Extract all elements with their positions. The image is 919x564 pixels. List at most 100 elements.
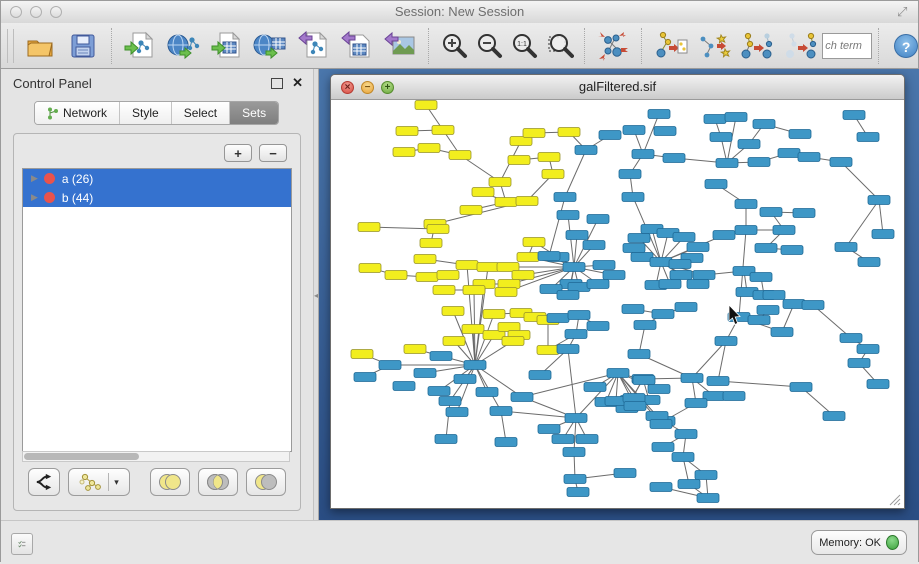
graph-node[interactable] <box>414 369 436 378</box>
graph-node[interactable] <box>681 374 703 383</box>
graph-edge[interactable] <box>718 381 801 387</box>
graph-node[interactable] <box>623 244 645 253</box>
graph-node[interactable] <box>675 430 697 439</box>
graph-node[interactable] <box>773 226 795 235</box>
import-table-web-button[interactable] <box>250 26 291 66</box>
import-network-web-button[interactable] <box>163 26 204 66</box>
network-graph[interactable] <box>331 100 902 507</box>
memory-status-button[interactable]: Memory: OK <box>811 530 907 555</box>
graph-node[interactable] <box>695 471 717 480</box>
graph-node[interactable] <box>707 377 729 386</box>
graph-node[interactable] <box>868 196 890 205</box>
graph-node[interactable] <box>554 193 576 202</box>
graph-node[interactable] <box>663 154 685 163</box>
graph-node[interactable] <box>735 226 757 235</box>
graph-node[interactable] <box>432 126 454 135</box>
graph-node[interactable] <box>633 376 655 385</box>
graph-node[interactable] <box>823 412 845 421</box>
graph-node[interactable] <box>472 188 494 197</box>
graph-node[interactable] <box>489 178 511 187</box>
graph-node[interactable] <box>687 280 709 289</box>
set-row-b[interactable]: ▶ b (44) <box>23 188 291 207</box>
graph-node[interactable] <box>439 397 461 406</box>
graph-node[interactable] <box>460 206 482 215</box>
graph-node[interactable] <box>558 128 580 137</box>
graph-node[interactable] <box>568 311 590 320</box>
graph-node[interactable] <box>442 307 464 316</box>
network-from-selection-button[interactable] <box>650 26 691 66</box>
export-network-button[interactable] <box>293 26 334 66</box>
export-image-button[interactable] <box>380 26 421 66</box>
graph-node[interactable] <box>420 239 442 248</box>
graph-node[interactable] <box>538 425 560 434</box>
graph-node[interactable] <box>477 263 499 272</box>
graph-node[interactable] <box>583 241 605 250</box>
graph-node[interactable] <box>427 225 449 234</box>
set-row-a[interactable]: ▶ a (26) <box>23 169 291 188</box>
graph-edge[interactable] <box>565 150 586 197</box>
graph-node[interactable] <box>490 407 512 416</box>
zoom-selected-region-button[interactable] <box>543 26 576 66</box>
graph-node[interactable] <box>393 382 415 391</box>
graph-node[interactable] <box>575 146 597 155</box>
graph-node[interactable] <box>587 280 609 289</box>
graph-node[interactable] <box>462 325 484 334</box>
close-panel-button[interactable]: ✕ <box>292 75 303 91</box>
graph-node[interactable] <box>843 111 865 120</box>
graph-node[interactable] <box>476 388 498 397</box>
import-network-file-button[interactable] <box>120 26 161 66</box>
apply-layout-button[interactable] <box>593 26 634 66</box>
graph-node[interactable] <box>393 148 415 157</box>
graph-node[interactable] <box>723 392 745 401</box>
graph-node[interactable] <box>650 420 672 429</box>
graph-node[interactable] <box>563 448 585 457</box>
graph-node[interactable] <box>713 231 735 240</box>
graph-node[interactable] <box>798 153 820 162</box>
graph-node[interactable] <box>593 261 615 270</box>
graph-edge[interactable] <box>446 401 450 439</box>
graph-edge[interactable] <box>879 200 883 234</box>
graph-node[interactable] <box>607 369 629 378</box>
graph-node[interactable] <box>538 153 560 162</box>
remove-set-button[interactable]: − <box>259 144 287 162</box>
graph-node[interactable] <box>659 280 681 289</box>
difference-sets-button[interactable] <box>246 468 286 496</box>
graph-node[interactable] <box>449 151 471 160</box>
expander-icon[interactable]: ▶ <box>31 192 38 203</box>
graph-node[interactable] <box>599 131 621 140</box>
import-table-file-button[interactable] <box>206 26 247 66</box>
graph-node[interactable] <box>418 144 440 153</box>
graph-node[interactable] <box>704 115 726 124</box>
graph-node[interactable] <box>715 337 737 346</box>
graph-node[interactable] <box>622 193 644 202</box>
graph-node[interactable] <box>710 133 732 142</box>
network-canvas[interactable] <box>331 100 902 507</box>
graph-node[interactable] <box>379 361 401 370</box>
union-sets-button[interactable] <box>150 468 190 496</box>
graph-node[interactable] <box>830 158 852 167</box>
graph-node[interactable] <box>857 133 879 142</box>
graph-node[interactable] <box>619 170 641 179</box>
graph-node[interactable] <box>705 180 727 189</box>
graph-node[interactable] <box>587 322 609 331</box>
graph-node[interactable] <box>512 271 534 280</box>
zoom-network-button[interactable]: + <box>381 81 394 94</box>
graph-node[interactable] <box>547 314 569 323</box>
app-title-bar[interactable]: Session: New Session ⤢ <box>1 1 918 24</box>
show-all-button[interactable] <box>780 26 821 66</box>
export-table-button[interactable] <box>336 26 377 66</box>
graph-node[interactable] <box>789 130 811 139</box>
expander-icon[interactable]: ▶ <box>31 173 38 184</box>
save-session-button[interactable] <box>62 26 103 66</box>
graph-node[interactable] <box>587 215 609 224</box>
graph-edge[interactable] <box>846 200 879 247</box>
graph-node[interactable] <box>848 359 870 368</box>
graph-edge[interactable] <box>549 197 565 256</box>
select-first-neighbors-button[interactable] <box>693 26 734 66</box>
create-set-from-network-button[interactable]: ▾ <box>68 468 130 496</box>
graph-node[interactable] <box>358 223 380 232</box>
graph-node[interactable] <box>415 101 437 110</box>
graph-node[interactable] <box>750 273 772 282</box>
graph-node[interactable] <box>650 483 672 492</box>
split-sets-button[interactable] <box>28 468 60 496</box>
